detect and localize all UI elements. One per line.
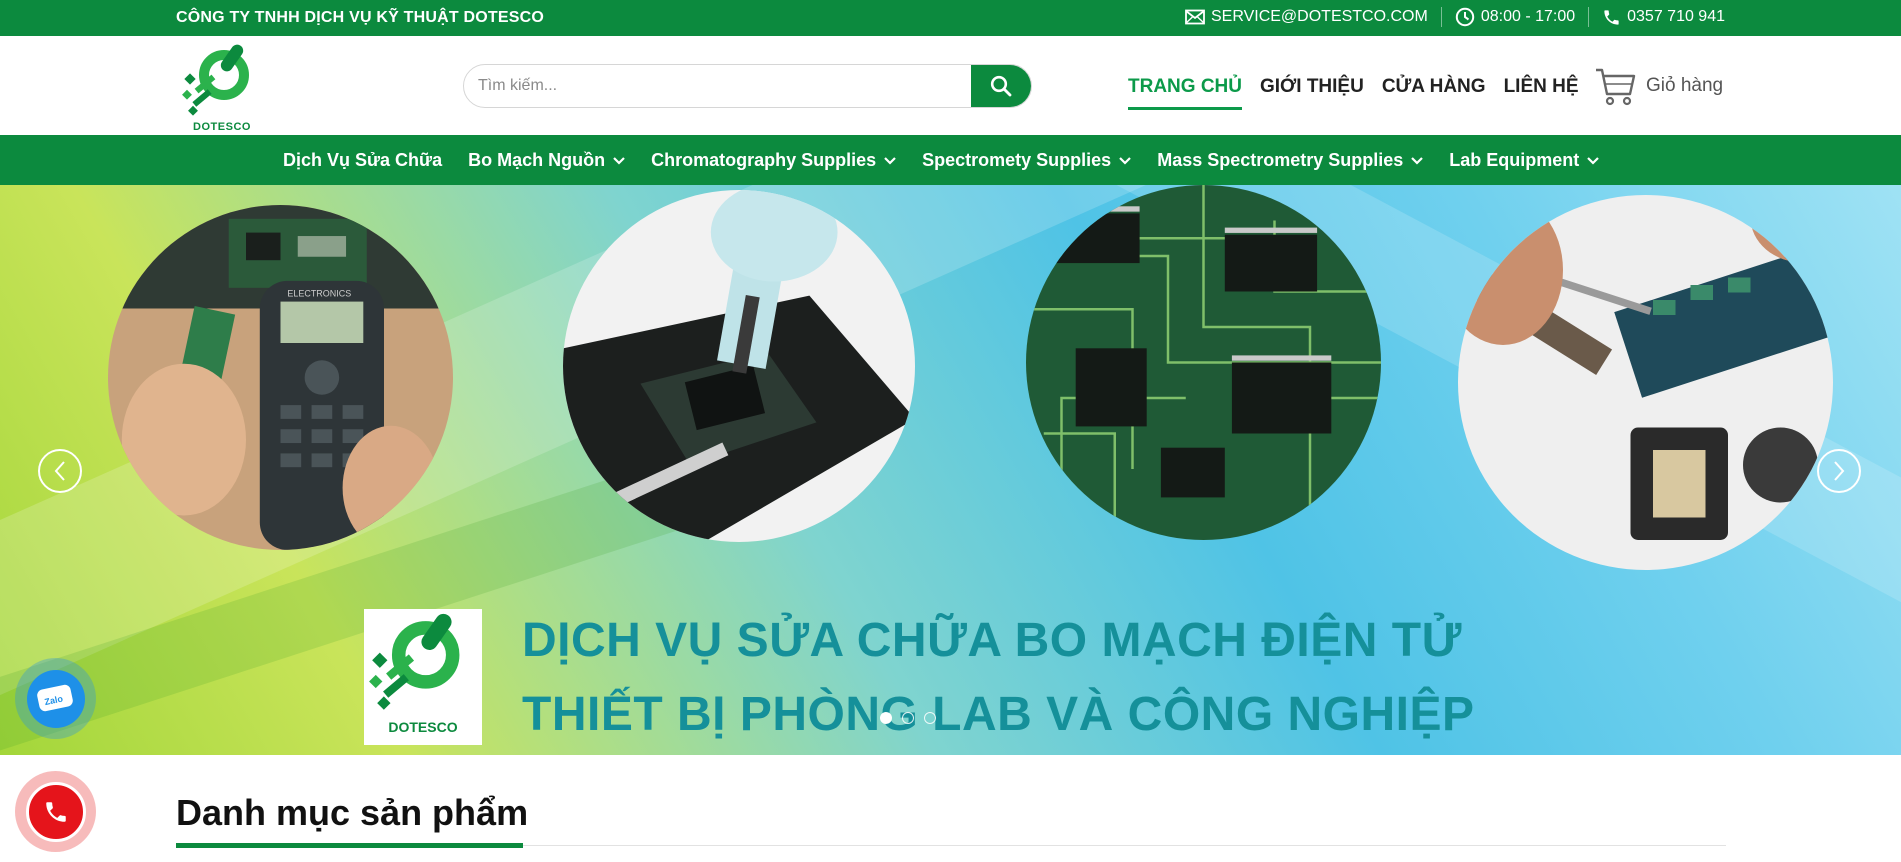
phone-link[interactable]: 0357 710 941 — [1589, 8, 1725, 27]
company-name: CÔNG TY TNHH DỊCH VỤ KỸ THUẬT DOTESCO — [176, 9, 545, 26]
dotesco-logo-icon — [182, 44, 249, 116]
category-nav: Dịch Vụ Sửa Chữa Bo Mạch Nguồn Chromatog… — [0, 135, 1901, 185]
mail-icon — [1185, 9, 1205, 25]
category-mass-spectrometry[interactable]: Mass Spectrometry Supplies — [1157, 150, 1424, 171]
hours-info: 08:00 - 17:00 — [1442, 7, 1588, 27]
nav-shop[interactable]: CỬA HÀNG — [1382, 76, 1486, 110]
hero-logo-text: DOTESCO — [388, 719, 458, 735]
email-link[interactable]: SERVICE@DOTESTCO.COM — [1172, 8, 1441, 26]
phone-icon — [45, 801, 66, 822]
category-label: Spectromety Supplies — [922, 150, 1112, 170]
contact-info: SERVICE@DOTESTCO.COM 08:00 - 17:00 0357 … — [1172, 7, 1725, 27]
slider-dot[interactable] — [880, 712, 892, 724]
slider-next-button[interactable] — [1817, 449, 1861, 493]
slider-dots — [880, 712, 946, 724]
logo-text: DOTESCO — [193, 121, 251, 133]
main-nav: TRANG CHỦ GIỚI THIỆU CỬA HÀNG LIÊN HỆ — [1128, 76, 1597, 110]
search-input[interactable] — [464, 65, 972, 107]
cart-link[interactable]: Giỏ hàng — [1594, 66, 1723, 106]
hero-photo-soldering — [1458, 195, 1833, 570]
category-power-boards[interactable]: Bo Mạch Nguồn — [468, 150, 625, 171]
hours-text: 08:00 - 17:00 — [1480, 8, 1576, 25]
category-spectrometry[interactable]: Spectromety Supplies — [922, 150, 1131, 171]
hero-photo-device-repair: ELECTRONICS — [108, 205, 453, 550]
chevron-down-icon — [1119, 156, 1131, 165]
clock-icon — [1455, 7, 1475, 27]
dotesco-logo-icon — [369, 613, 460, 710]
hero-headline-line-1: DỊCH VỤ SỬA CHỮA BO MẠCH ĐIỆN TỬ — [522, 614, 1462, 667]
device-brand-label: ELECTRONICS — [287, 288, 351, 298]
phone-text: 0357 710 941 — [1627, 8, 1725, 25]
chevron-down-icon — [613, 156, 625, 165]
nav-home[interactable]: TRANG CHỦ — [1128, 76, 1242, 110]
chevron-down-icon — [884, 156, 896, 165]
category-label: Bo Mạch Nguồn — [468, 150, 606, 170]
hero-photo-circuit-board — [1026, 185, 1381, 540]
chevron-down-icon — [1411, 156, 1424, 165]
category-chromatography[interactable]: Chromatography Supplies — [651, 150, 896, 171]
hero-slider: ELECTRONICS DOTESCO DỊCH VỤ SỬA CHỮA BO … — [0, 185, 1901, 755]
top-bar: CÔNG TY TNHH DỊCH VỤ KỸ THUẬT DOTESCO SE… — [0, 0, 1901, 36]
site-logo[interactable]: DOTESCO — [180, 41, 260, 133]
hero-headline-line-2: THIẾT BỊ PHÒNG LAB VÀ CÔNG NGHIỆP — [522, 688, 1475, 741]
call-button[interactable] — [15, 771, 96, 852]
category-label: Lab Equipment — [1449, 150, 1580, 170]
email-text: SERVICE@DOTESTCO.COM — [1210, 8, 1428, 25]
phone-icon — [1604, 9, 1619, 25]
category-repair-service[interactable]: Dịch Vụ Sửa Chữa — [283, 150, 442, 171]
category-label: Mass Spectrometry Supplies — [1157, 150, 1404, 170]
site-header: DOTESCO TRANG CHỦ GIỚI THIỆU CỬA HÀNG LI… — [0, 36, 1901, 135]
search-icon — [990, 75, 1012, 97]
hero-logo: DOTESCO — [364, 609, 482, 745]
chevron-left-icon — [54, 461, 65, 481]
slider-prev-button[interactable] — [38, 449, 82, 493]
hero-photo-chip-work — [563, 190, 915, 542]
slider-dot[interactable] — [924, 712, 936, 724]
search-bar — [463, 64, 1032, 108]
chevron-down-icon — [1587, 156, 1600, 165]
category-lab-equipment[interactable]: Lab Equipment — [1449, 150, 1600, 171]
section-title: Danh mục sản phẩm — [176, 792, 529, 833]
category-label: Dịch Vụ Sửa Chữa — [283, 150, 443, 170]
slider-dot[interactable] — [902, 712, 914, 724]
search-button[interactable] — [971, 65, 1031, 107]
nav-about[interactable]: GIỚI THIỆU — [1260, 76, 1364, 110]
nav-contact[interactable]: LIÊN HỆ — [1504, 76, 1579, 110]
cart-label: Giỏ hàng — [1646, 75, 1724, 96]
zalo-icon: Zalo — [36, 684, 73, 711]
zalo-chat-button[interactable]: Zalo — [15, 658, 96, 739]
category-label: Chromatography Supplies — [651, 150, 877, 170]
cart-icon — [1596, 68, 1636, 106]
chevron-right-icon — [1834, 461, 1845, 481]
section-title-underline — [176, 843, 523, 848]
